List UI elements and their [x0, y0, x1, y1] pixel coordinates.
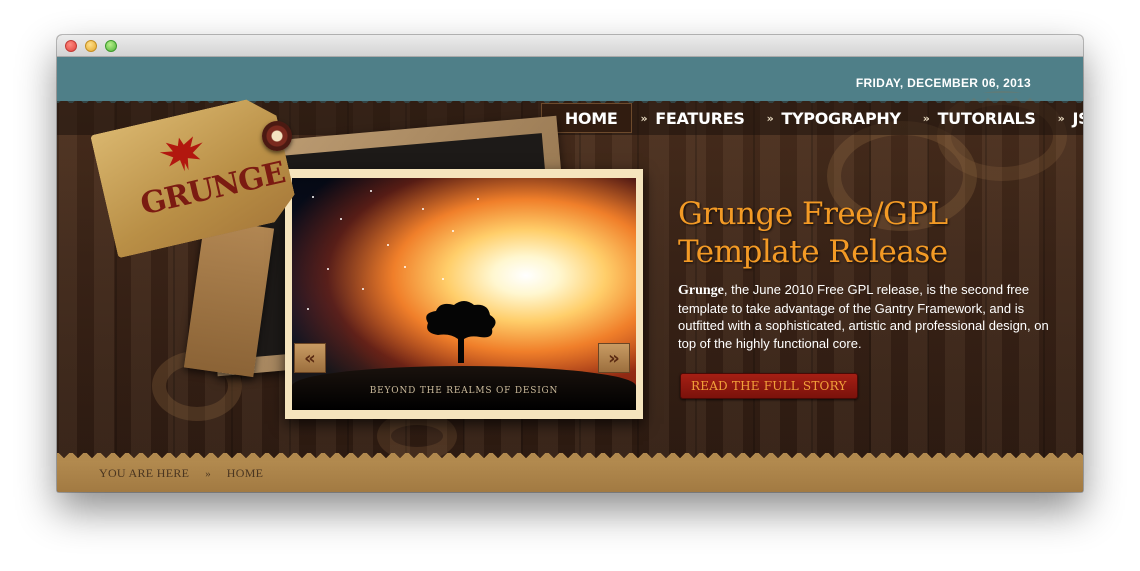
slideshow-prev-button[interactable]: «	[294, 343, 326, 373]
zoom-window-button[interactable]	[105, 40, 117, 52]
window-titlebar	[57, 35, 1083, 57]
eagle-icon	[155, 128, 211, 178]
nav-item-jstuff[interactable]: » JSTUFF	[1050, 103, 1083, 133]
feature-body-strong: Grunge	[678, 283, 724, 298]
nav-item-tutorials[interactable]: » TUTORIALS	[915, 103, 1050, 133]
slide-caption: BEYOND THE REALMS OF DESIGN	[369, 386, 559, 396]
chevron-right-icon: »	[608, 347, 620, 369]
nav-item-label: TUTORIALS	[937, 108, 1036, 128]
current-date: FRIDAY, DECEMBER 06, 2013	[855, 76, 1031, 90]
slideshow-frame: BEYOND THE REALMS OF DESIGN	[285, 169, 643, 419]
breadcrumb-separator-icon: »	[205, 467, 211, 480]
nav-item-typography[interactable]: » TYPOGRAPHY	[759, 103, 915, 133]
nav-item-features[interactable]: » FEATURES	[632, 103, 758, 133]
nav-item-label: TYPOGRAPHY	[781, 108, 901, 128]
nav-item-label: HOME	[564, 108, 618, 128]
slideshow-next-button[interactable]: »	[598, 343, 630, 373]
tag-eyelet	[262, 121, 292, 151]
breadcrumb-item-home[interactable]: HOME	[227, 466, 264, 481]
feature-title: Grunge Free/GPL Template Release	[678, 196, 948, 270]
nav-item-label: FEATURES	[655, 108, 745, 128]
chevron-right-icon: »	[1057, 111, 1065, 125]
feature-body-text: , the June 2010 Free GPL release, is the…	[678, 282, 1049, 351]
read-full-story-button[interactable]: READ THE FULL STORY	[680, 373, 858, 399]
logo-text: GRUNGE	[137, 155, 289, 223]
close-window-button[interactable]	[65, 40, 77, 52]
chevron-left-icon: «	[304, 347, 316, 369]
browser-window: FRIDAY, DECEMBER 06, 2013 » HOME » FEATU…	[57, 35, 1083, 492]
chevron-right-icon: »	[766, 111, 774, 125]
tree-icon	[426, 301, 496, 363]
feature-description: Grunge, the June 2010 Free GPL release, …	[678, 281, 1058, 352]
chevron-right-icon: »	[922, 111, 930, 125]
breadcrumb: YOU ARE HERE » HOME	[99, 466, 263, 481]
minimize-window-button[interactable]	[85, 40, 97, 52]
breadcrumb-prefix: YOU ARE HERE	[99, 466, 190, 480]
slide-image-galaxy-tree: BEYOND THE REALMS OF DESIGN	[292, 178, 636, 410]
chevron-right-icon: »	[640, 111, 648, 125]
main-navigation: » HOME » FEATURES » TYPOGRAPHY » TUTORIA…	[541, 103, 1083, 133]
nav-item-label: JSTUFF	[1072, 108, 1083, 128]
